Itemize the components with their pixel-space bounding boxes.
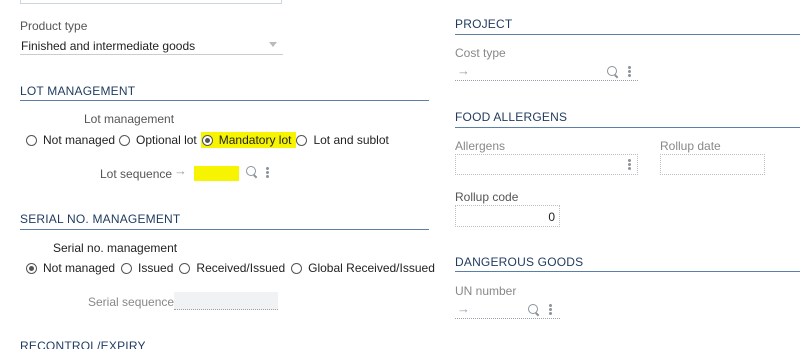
un-number-label: UN number: [455, 284, 517, 298]
product-type-select[interactable]: Finished and intermediate goods: [20, 37, 283, 55]
radio-mandatory-lot[interactable]: Mandatory lot: [200, 132, 297, 148]
lot-sequence-input[interactable]: [194, 166, 239, 181]
radio-icon: [179, 262, 191, 274]
arrow-right-icon: →: [457, 63, 470, 78]
radio-optional-lot[interactable]: Optional lot: [119, 133, 201, 147]
product-type-value: Finished and intermediate goods: [21, 39, 196, 53]
radio-icon: [26, 134, 37, 146]
radio-icon: [26, 262, 37, 274]
cost-type-field[interactable]: →: [455, 62, 638, 81]
radio-icon: [119, 134, 131, 146]
lot-sequence-field[interactable]: →: [174, 162, 284, 182]
rollup-code-value: 0: [548, 210, 555, 224]
arrow-right-icon: →: [174, 163, 187, 178]
arrow-right-icon: →: [457, 301, 470, 316]
lot-management-section-title: LOT MANAGEMENT: [20, 84, 136, 98]
serial-management-field-label: Serial no. management: [53, 241, 178, 255]
lot-management-radio-group: Not managed Optional lot Mandatory lot L…: [26, 132, 393, 148]
section-divider: [455, 34, 800, 35]
lot-sequence-label: Lot sequence: [100, 167, 173, 181]
radio-lot-and-sublot[interactable]: Lot and sublot: [296, 133, 392, 147]
kebab-menu-icon[interactable]: [628, 159, 631, 170]
radio-icon: [121, 262, 133, 274]
rollup-date-label: Rollup date: [660, 139, 721, 153]
food-allergens-section-title: FOOD ALLERGENS: [455, 110, 568, 124]
cost-type-label: Cost type: [455, 46, 506, 60]
kebab-menu-icon[interactable]: [628, 66, 631, 77]
radio-not-managed[interactable]: Not managed: [26, 133, 119, 147]
section-divider: [20, 229, 429, 230]
serial-sequence-input: [174, 292, 278, 310]
product-type-label: Product type: [20, 19, 88, 33]
chevron-down-icon: [269, 42, 277, 47]
kebab-menu-icon[interactable]: [266, 167, 269, 178]
recontrol-expiry-section-title: RECONTROL/EXPIRY: [20, 339, 146, 349]
radio-icon: [296, 134, 308, 146]
rollup-date-input[interactable]: [660, 154, 765, 175]
allergens-label: Allergens: [455, 139, 506, 153]
section-divider: [455, 271, 800, 272]
dangerous-goods-section-title: DANGEROUS GOODS: [455, 255, 584, 269]
rollup-code-label: Rollup code: [455, 190, 519, 204]
search-icon[interactable]: [528, 304, 540, 316]
search-icon[interactable]: [607, 66, 619, 78]
project-section-title: PROJECT: [455, 17, 513, 31]
un-number-field[interactable]: →: [455, 300, 560, 319]
allergens-field[interactable]: [455, 154, 638, 175]
section-divider: [20, 100, 429, 101]
radio-serial-not-managed[interactable]: Not managed: [26, 261, 119, 275]
search-icon[interactable]: [246, 166, 258, 178]
serial-sequence-label: Serial sequence: [88, 295, 175, 309]
radio-icon: [201, 134, 213, 146]
radio-serial-global-received-issued[interactable]: Global Received/Issued: [291, 261, 439, 275]
radio-serial-issued[interactable]: Issued: [121, 261, 177, 275]
previous-field-fragment: [20, 0, 282, 4]
section-divider: [455, 127, 800, 128]
serial-management-radio-group: Not managed Issued Received/Issued Globa…: [26, 261, 439, 275]
rollup-code-input[interactable]: 0: [455, 205, 560, 227]
radio-serial-received-issued[interactable]: Received/Issued: [179, 261, 289, 275]
serial-management-section-title: SERIAL NO. MANAGEMENT: [20, 212, 181, 226]
radio-icon: [291, 262, 303, 274]
kebab-menu-icon[interactable]: [549, 304, 552, 315]
lot-management-field-label: Lot management: [84, 112, 175, 126]
